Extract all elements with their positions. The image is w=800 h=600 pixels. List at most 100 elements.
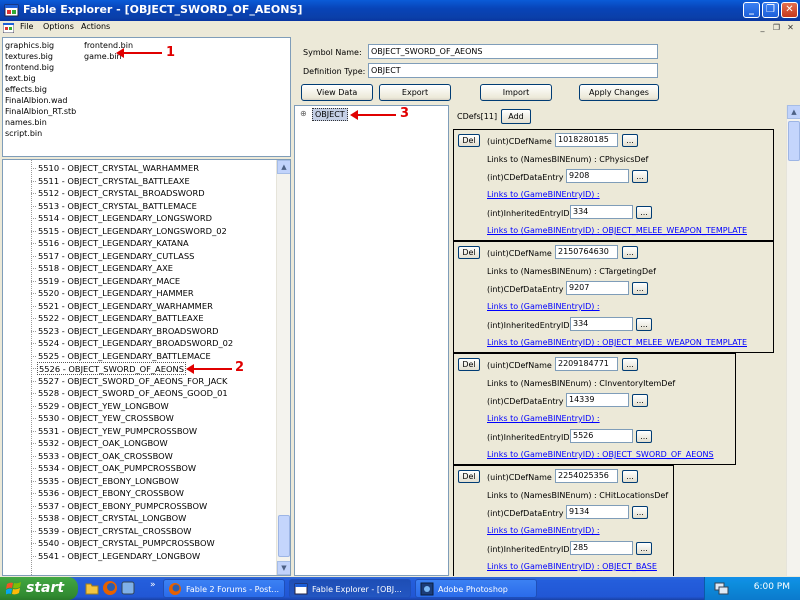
- symbol-item[interactable]: 5535 - OBJECT_EBONY_LONGBOW: [37, 475, 180, 488]
- symbol-item[interactable]: 5517 - OBJECT_LEGENDARY_CUTLASS: [37, 250, 195, 263]
- quicklaunch-expand-icon[interactable]: »: [150, 580, 156, 590]
- game-bin-link[interactable]: Links to (GameBINEntryID) :: [487, 414, 600, 423]
- inherited-target-link[interactable]: Links to (GameBINEntryID) : OBJECT_MELEE…: [487, 338, 747, 347]
- window-icon[interactable]: [3, 23, 14, 33]
- inherited-entry-field[interactable]: 5526: [570, 429, 633, 443]
- task-adobe-photoshop[interactable]: Adobe Photoshop: [415, 579, 537, 598]
- symbol-item[interactable]: 5537 - OBJECT_EBONY_PUMPCROSSBOW: [37, 500, 208, 513]
- data-entry-browse-button[interactable]: ...: [632, 170, 648, 183]
- clock[interactable]: 6:00 PM: [754, 582, 790, 592]
- symbol-item[interactable]: 5521 - OBJECT_LEGENDARY_WARHAMMER: [37, 300, 214, 313]
- cdef-name-field[interactable]: 1018280185: [555, 133, 618, 147]
- view-data-button[interactable]: View Data: [301, 84, 373, 101]
- cdef-name-field[interactable]: 2150764630: [555, 245, 618, 259]
- symbol-item[interactable]: 5513 - OBJECT_CRYSTAL_BATTLEMACE: [37, 200, 198, 213]
- symbol-item[interactable]: 5536 - OBJECT_EBONY_CROSSBOW: [37, 487, 185, 500]
- add-cdef-button[interactable]: Add: [501, 109, 531, 124]
- scroll-up-icon[interactable]: ▲: [277, 160, 290, 174]
- symbol-item[interactable]: 5531 - OBJECT_YEW_PUMPCROSSBOW: [37, 425, 198, 438]
- symbol-item[interactable]: 5530 - OBJECT_YEW_CROSSBOW: [37, 412, 175, 425]
- inherited-entry-browse-button[interactable]: ...: [636, 206, 652, 219]
- symbol-item[interactable]: 5524 - OBJECT_LEGENDARY_BROADSWORD_02: [37, 337, 234, 350]
- mdi-restore-icon[interactable]: ❐: [771, 23, 782, 33]
- symbol-item[interactable]: 5510 - OBJECT_CRYSTAL_WARHAMMER: [37, 162, 200, 175]
- file-item[interactable]: script.bin: [3, 128, 76, 139]
- file-item[interactable]: frontend.big: [3, 62, 76, 73]
- file-item[interactable]: FinalAlbion_RT.stb: [3, 106, 76, 117]
- apply-changes-button[interactable]: Apply Changes: [579, 84, 659, 101]
- menu-options[interactable]: Options: [43, 22, 74, 31]
- file-item[interactable]: graphics.big: [3, 40, 76, 51]
- cdefs-scroll-up-icon[interactable]: ▲: [787, 105, 800, 119]
- symbol-item[interactable]: 5541 - OBJECT_LEGENDARY_LONGBOW: [37, 550, 201, 563]
- symbol-item[interactable]: 5520 - OBJECT_LEGENDARY_HAMMER: [37, 287, 195, 300]
- file-item[interactable]: FinalAlbion.wad: [3, 95, 76, 106]
- symbol-item[interactable]: 5533 - OBJECT_OAK_CROSSBOW: [37, 450, 174, 463]
- symbol-item[interactable]: 5515 - OBJECT_LEGENDARY_LONGSWORD_02: [37, 225, 228, 238]
- scroll-down-icon[interactable]: ▼: [277, 561, 290, 575]
- symbol-item[interactable]: 5522 - OBJECT_LEGENDARY_BATTLEAXE: [37, 312, 205, 325]
- symbol-item[interactable]: 5528 - OBJECT_SWORD_OF_AEONS_GOOD_01: [37, 387, 229, 400]
- data-entry-field[interactable]: 9208: [566, 169, 629, 183]
- inherited-target-link[interactable]: Links to (GameBINEntryID) : OBJECT_MELEE…: [487, 226, 747, 235]
- file-item[interactable]: frontend.bin: [82, 40, 133, 51]
- task-fable-explorer[interactable]: Fable Explorer - [OBJ...: [289, 579, 411, 598]
- symbol-name-field[interactable]: OBJECT_SWORD_OF_AEONS: [368, 44, 658, 59]
- symbol-item[interactable]: 5514 - OBJECT_LEGENDARY_LONGSWORD: [37, 212, 213, 225]
- symbol-list-scrollbar[interactable]: ▲ ▼: [276, 160, 290, 575]
- cdef-name-field[interactable]: 2209184771: [555, 357, 618, 371]
- maximize-button[interactable]: ❐: [762, 2, 779, 18]
- close-button[interactable]: ✕: [781, 2, 798, 18]
- data-entry-browse-button[interactable]: ...: [632, 506, 648, 519]
- inherited-entry-browse-button[interactable]: ...: [636, 542, 652, 555]
- symbol-item[interactable]: 5539 - OBJECT_CRYSTAL_CROSSBOW: [37, 525, 192, 538]
- cdef-name-browse-button[interactable]: ...: [622, 470, 638, 483]
- inherited-entry-browse-button[interactable]: ...: [636, 430, 652, 443]
- data-entry-field[interactable]: 9207: [566, 281, 629, 295]
- game-bin-link[interactable]: Links to (GameBINEntryID) :: [487, 190, 600, 199]
- minimize-button[interactable]: _: [743, 2, 760, 18]
- task-fable2-forums[interactable]: Fable 2 Forums - Post...: [163, 579, 285, 598]
- start-button[interactable]: start: [0, 577, 78, 600]
- game-bin-link[interactable]: Links to (GameBINEntryID) :: [487, 302, 600, 311]
- cdefs-scrollbar[interactable]: ▲: [786, 105, 800, 576]
- inherited-target-link[interactable]: Links to (GameBINEntryID) : OBJECT_BASE: [487, 562, 657, 571]
- inherited-entry-browse-button[interactable]: ...: [636, 318, 652, 331]
- symbol-item[interactable]: 5540 - OBJECT_CRYSTAL_PUMPCROSSBOW: [37, 537, 216, 550]
- symbol-item[interactable]: 5523 - OBJECT_LEGENDARY_BROADSWORD: [37, 325, 219, 338]
- tree-node-object[interactable]: OBJECT: [312, 108, 348, 121]
- symbol-item[interactable]: 5512 - OBJECT_CRYSTAL_BROADSWORD: [37, 187, 206, 200]
- symbol-item[interactable]: 5518 - OBJECT_LEGENDARY_AXE: [37, 262, 174, 275]
- data-entry-field[interactable]: 14339: [566, 393, 629, 407]
- menu-file[interactable]: File: [20, 22, 33, 31]
- inherited-target-link[interactable]: Links to (GameBINEntryID) : OBJECT_SWORD…: [487, 450, 714, 459]
- menu-actions[interactable]: Actions: [81, 22, 110, 31]
- scroll-thumb[interactable]: [278, 515, 290, 557]
- symbol-tree[interactable]: 5510 - OBJECT_CRYSTAL_WARHAMMER 5511 - OB…: [2, 159, 291, 576]
- data-entry-field[interactable]: 9134: [566, 505, 629, 519]
- symbol-item[interactable]: 5529 - OBJECT_YEW_LONGBOW: [37, 400, 170, 413]
- mdi-minimize-icon[interactable]: _: [757, 23, 768, 33]
- definition-type-field[interactable]: OBJECT: [368, 63, 658, 78]
- inherited-entry-field[interactable]: 334: [570, 317, 633, 331]
- inherited-entry-field[interactable]: 334: [570, 205, 633, 219]
- cdefs-scroll-thumb[interactable]: [788, 121, 800, 161]
- symbol-item[interactable]: 5538 - OBJECT_CRYSTAL_LONGBOW: [37, 512, 187, 525]
- cdef-name-browse-button[interactable]: ...: [622, 246, 638, 259]
- quicklaunch-app-icon[interactable]: [120, 580, 136, 596]
- cdef-name-browse-button[interactable]: ...: [622, 358, 638, 371]
- data-entry-browse-button[interactable]: ...: [632, 394, 648, 407]
- quicklaunch-firefox-icon[interactable]: [102, 580, 118, 596]
- mdi-close-icon[interactable]: ✕: [785, 23, 796, 33]
- symbol-item[interactable]: 5511 - OBJECT_CRYSTAL_BATTLEAXE: [37, 175, 191, 188]
- file-item[interactable]: names.bin: [3, 117, 76, 128]
- import-button[interactable]: Import: [480, 84, 552, 101]
- symbol-item[interactable]: 5519 - OBJECT_LEGENDARY_MACE: [37, 275, 181, 288]
- delete-cdef-button[interactable]: Del: [458, 358, 480, 371]
- file-item[interactable]: effects.big: [3, 84, 76, 95]
- delete-cdef-button[interactable]: Del: [458, 246, 480, 259]
- quicklaunch-folder-icon[interactable]: [84, 580, 100, 596]
- expand-plus-icon[interactable]: ⊕: [300, 109, 307, 118]
- file-item[interactable]: textures.big: [3, 51, 76, 62]
- symbol-item-selected[interactable]: 5526 - OBJECT_SWORD_OF_AEONS: [37, 362, 186, 375]
